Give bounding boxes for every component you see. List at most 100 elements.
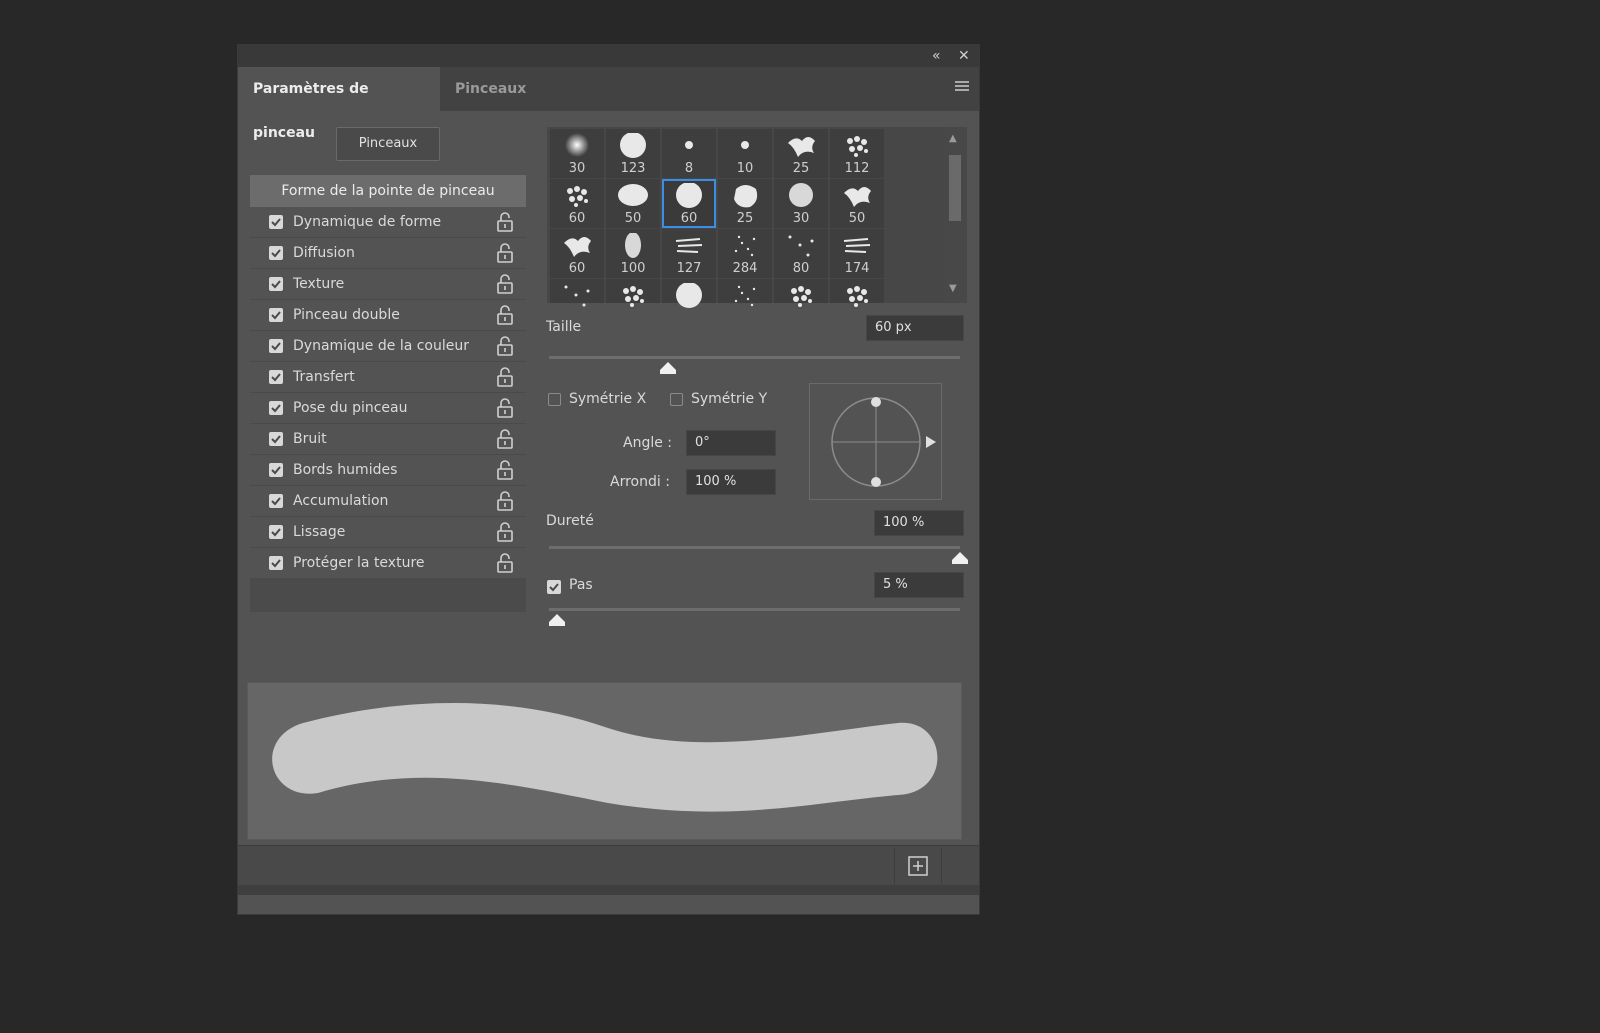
brush-preset[interactable] — [718, 279, 772, 307]
brush-preset[interactable]: 60 — [550, 179, 604, 228]
brush-preset[interactable]: 30 — [550, 129, 604, 178]
brush-preset[interactable]: 10 — [718, 129, 772, 178]
option-checkbox[interactable] — [269, 246, 283, 260]
option-checkbox[interactable] — [269, 370, 283, 384]
size-field[interactable]: 60 px — [866, 315, 964, 341]
brush-preset[interactable] — [550, 279, 604, 307]
sidebar-item[interactable]: Diffusion — [250, 238, 526, 269]
brush-tip-icon — [675, 238, 703, 253]
option-checkbox[interactable] — [269, 494, 283, 508]
scroll-down-icon[interactable]: ▼ — [949, 283, 957, 294]
brush-preset[interactable]: 112 — [830, 129, 884, 178]
hardness-slider-track[interactable] — [549, 546, 960, 549]
lock-icon[interactable] — [496, 429, 514, 449]
brush-preset[interactable]: 60 — [550, 229, 604, 278]
option-checkbox[interactable] — [269, 401, 283, 415]
brush-tip-icon — [847, 136, 868, 157]
option-checkbox[interactable] — [269, 308, 283, 322]
angle-field[interactable]: 0° — [686, 430, 776, 456]
brush-preset[interactable]: 25 — [718, 179, 772, 228]
hamburger-icon[interactable] — [955, 81, 969, 93]
sidebar-item[interactable]: Dynamique de la couleur — [250, 331, 526, 362]
brush-tip-icon — [847, 286, 868, 307]
lock-icon[interactable] — [496, 243, 514, 263]
option-checkbox[interactable] — [269, 556, 283, 570]
sidebar-item[interactable]: Accumulation — [250, 486, 526, 517]
brush-preset[interactable]: 123 — [606, 129, 660, 178]
lock-icon[interactable] — [496, 522, 514, 542]
lock-icon[interactable] — [496, 491, 514, 511]
sidebar-item[interactable]: Transfert — [250, 362, 526, 393]
tab-brushes[interactable]: Pinceaux — [440, 67, 538, 111]
spacing-field[interactable]: 5 % — [874, 572, 964, 598]
lock-icon[interactable] — [496, 274, 514, 294]
brush-size-label: 174 — [844, 261, 870, 276]
brush-tip-icon — [844, 187, 871, 207]
brush-preset[interactable] — [606, 279, 660, 307]
lock-icon[interactable] — [496, 305, 514, 325]
sidebar-item-brush-tip-shape[interactable]: Forme de la pointe de pinceau — [250, 175, 526, 207]
brush-preset[interactable]: 30 — [774, 179, 828, 228]
brush-tip-icon — [791, 286, 812, 307]
sidebar-item[interactable]: Texture — [250, 269, 526, 300]
sidebar-item[interactable]: Pose du pinceau — [250, 393, 526, 424]
resize-grip[interactable] — [238, 885, 979, 895]
tab-brush-settings[interactable]: Paramètres de pinceau — [238, 67, 440, 141]
flip-y-label: Symétrie Y — [691, 391, 768, 407]
brush-preset[interactable]: 100 — [606, 229, 660, 278]
brush-preset[interactable] — [774, 279, 828, 307]
spacing-slider-track[interactable] — [549, 608, 960, 611]
flip-x-checkbox[interactable] — [548, 393, 561, 406]
lock-icon[interactable] — [496, 398, 514, 418]
brush-size-label: 60 — [568, 261, 586, 276]
brush-preset[interactable]: 50 — [606, 179, 660, 228]
hardness-field[interactable]: 100 % — [874, 510, 964, 536]
brush-options-sidebar: Forme de la pointe de pinceau Dynamique … — [250, 175, 526, 612]
option-checkbox[interactable] — [269, 432, 283, 446]
brush-preset[interactable]: 8 — [662, 129, 716, 178]
size-slider-track[interactable] — [549, 356, 960, 359]
brush-preset[interactable]: 25 — [774, 129, 828, 178]
sidebar-item[interactable]: Dynamique de forme — [250, 207, 526, 238]
brush-preset[interactable]: 60 — [662, 179, 716, 228]
new-preset-icon[interactable] — [894, 848, 942, 884]
lock-icon[interactable] — [496, 367, 514, 387]
lock-icon[interactable] — [496, 212, 514, 232]
sidebar-item[interactable]: Bruit — [250, 424, 526, 455]
lock-icon[interactable] — [496, 336, 514, 356]
brush-preset[interactable]: 127 — [662, 229, 716, 278]
option-checkbox[interactable] — [269, 215, 283, 229]
sidebar-item[interactable]: Protéger la texture — [250, 548, 526, 579]
sidebar-item[interactable]: Pinceau double — [250, 300, 526, 331]
brush-tip-icon — [618, 184, 648, 206]
brush-preset[interactable] — [662, 279, 716, 308]
option-checkbox[interactable] — [269, 339, 283, 353]
sidebar-item[interactable]: Lissage — [250, 517, 526, 548]
brush-preset[interactable]: 284 — [718, 229, 772, 278]
option-checkbox[interactable] — [269, 525, 283, 539]
brush-tip-icon — [625, 233, 641, 258]
brush-size-label: 123 — [620, 161, 646, 176]
option-checkbox[interactable] — [269, 277, 283, 291]
collapse-icon[interactable]: « — [932, 45, 941, 67]
lock-icon[interactable] — [496, 553, 514, 573]
sidebar-item-label: Lissage — [293, 524, 346, 540]
brushes-button[interactable]: Pinceaux — [336, 127, 440, 161]
close-icon[interactable]: ✕ — [958, 45, 970, 67]
flip-y-checkbox[interactable] — [670, 393, 683, 406]
angle-roundness-widget[interactable] — [809, 383, 942, 500]
spacing-checkbox[interactable] — [547, 580, 561, 594]
brush-preset[interactable]: 174 — [830, 229, 884, 278]
scroll-thumb[interactable] — [949, 155, 961, 221]
option-checkbox[interactable] — [269, 463, 283, 477]
roundness-field[interactable]: 100 % — [686, 469, 776, 495]
brush-preset[interactable]: 50 — [830, 179, 884, 228]
sidebar-item-label: Transfert — [293, 369, 355, 385]
brush-preset[interactable] — [830, 279, 884, 307]
scroll-up-icon[interactable]: ▲ — [949, 133, 957, 144]
brush-tip-icon — [565, 133, 589, 157]
preset-scrollbar[interactable]: ▲ ▼ — [943, 127, 967, 303]
brush-preset[interactable]: 80 — [774, 229, 828, 278]
lock-icon[interactable] — [496, 460, 514, 480]
sidebar-item[interactable]: Bords humides — [250, 455, 526, 486]
